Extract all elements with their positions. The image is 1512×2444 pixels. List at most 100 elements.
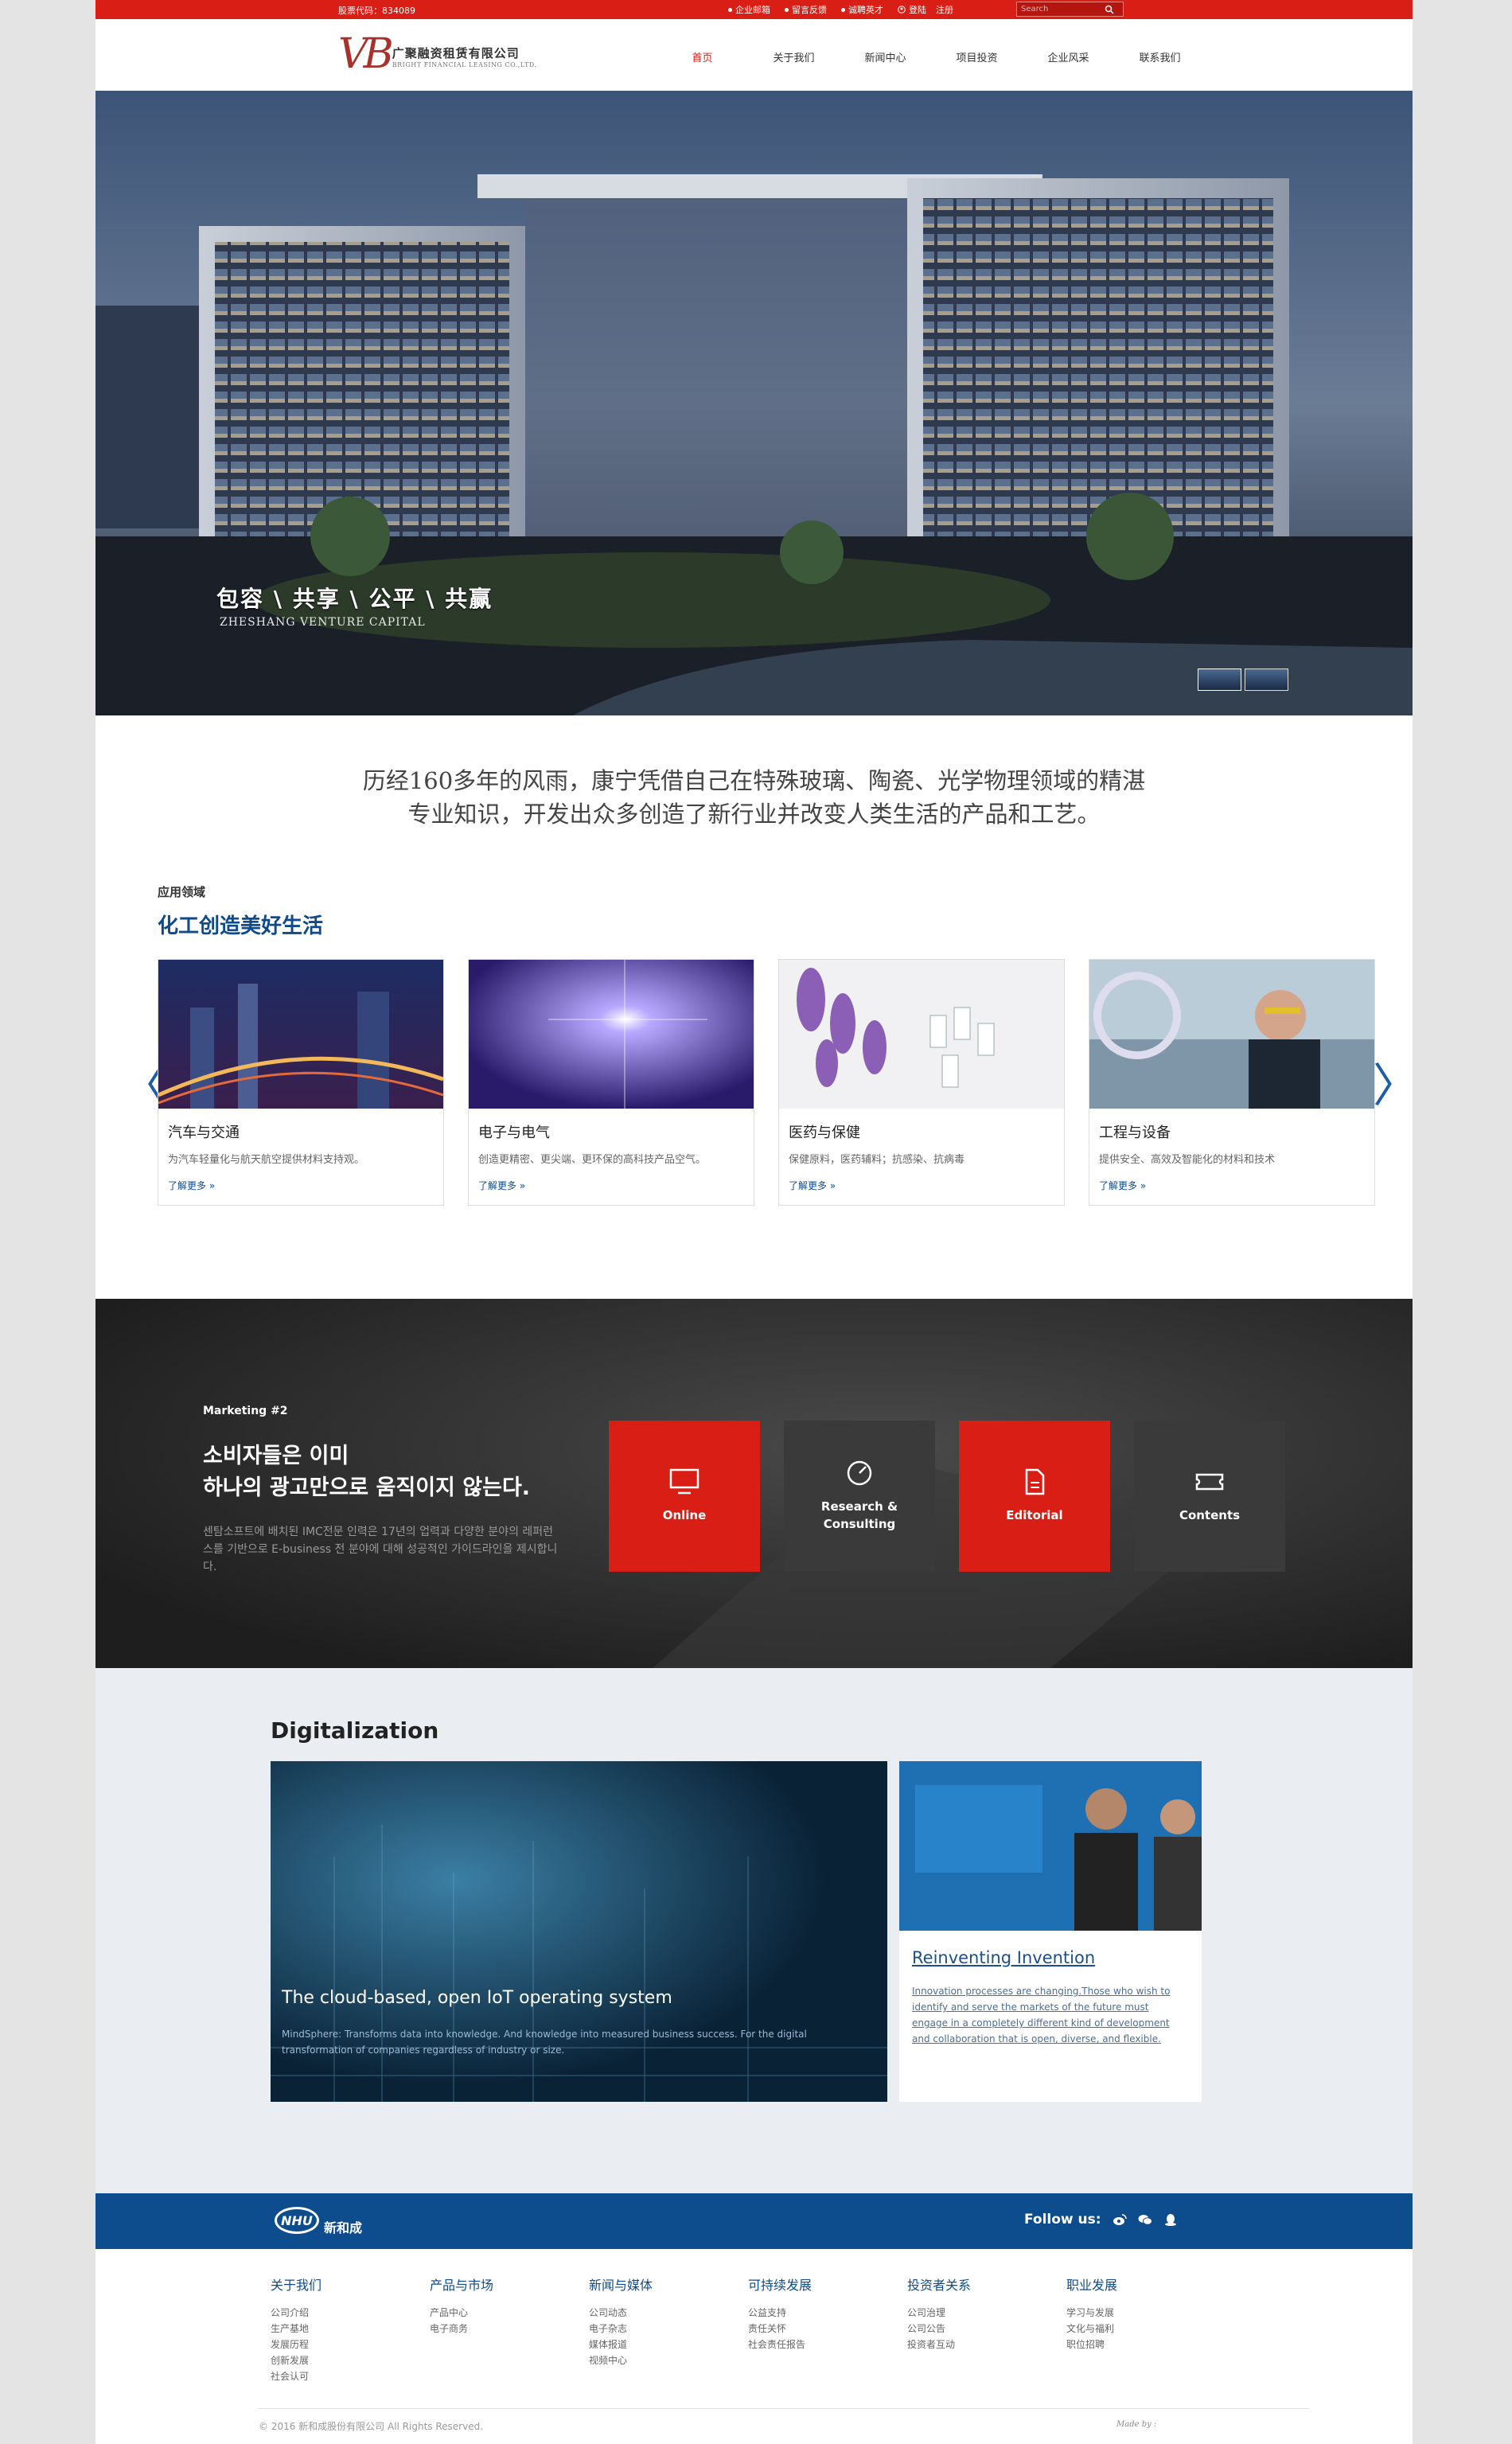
footer-link[interactable]: 视频中心 [589,2352,748,2368]
nav-about[interactable]: 关于我们 [748,49,840,64]
digitalization-feature[interactable]: The cloud-based, open IoT operating syst… [271,1761,887,2102]
bullet-icon [728,7,732,12]
search-input[interactable] [1017,5,1105,14]
footer-link[interactable]: 公司介绍 [271,2305,430,2321]
stock-code: 股票代码：834089 [338,6,415,16]
top-link-login[interactable]: 登陆 [898,3,926,16]
marketing-title: 소비자들은 이미 하나의 광고만으로 움직이지 않는다. [203,1440,530,1504]
nav-home[interactable]: 首页 [657,49,748,64]
footer-link[interactable]: 媒体报道 [589,2337,748,2352]
tile-contents[interactable]: Contents [1134,1421,1285,1572]
footer-col-heading[interactable]: 投资者关系 [907,2274,1066,2294]
footer-link[interactable]: 社会责任报告 [748,2337,907,2352]
side-heading[interactable]: Reinventing Invention [912,1948,1095,1967]
card-automotive[interactable]: 汽车与交通 为汽车轻量化与航天航空提供材料支持观。 了解更多 » [158,959,444,1206]
card-image-lavender [779,960,1064,1109]
tile-research[interactable]: Research & Consulting [784,1421,935,1572]
footer-col-heading[interactable]: 职业发展 [1066,2274,1226,2294]
card-desc: 保健原料，医药辅料；抗感染、抗病毒 [789,1154,965,1166]
qq-icon[interactable] [1163,2213,1178,2226]
footer-link[interactable]: 创新发展 [271,2352,430,2368]
card-more-link[interactable]: 了解更多 » [1099,1179,1146,1192]
footer-col-products: 产品与市场 产品中心 电子商务 [430,2274,589,2384]
made-by: Made by : [1116,2420,1157,2429]
user-icon [898,6,906,14]
weibo-icon[interactable] [1113,2213,1127,2226]
ticket-icon [1195,1473,1224,1491]
footer-col-heading[interactable]: 新闻与媒体 [589,2274,748,2294]
top-link-mail[interactable]: 企业邮箱 [728,3,770,16]
nav-culture[interactable]: 企业风采 [1023,49,1114,64]
feature-body: MindSphere: Transforms data into knowled… [282,2029,807,2056]
footer-link[interactable]: 社会认可 [271,2368,430,2384]
hero-thumb-2[interactable] [1245,668,1288,691]
side-body[interactable]: Innovation processes are changing.Those … [912,1983,1187,2047]
carousel-next-arrow-icon[interactable]: 〉 [1373,1062,1419,1109]
footer-col-heading[interactable]: 关于我们 [271,2274,430,2294]
hero-banner: 包容 \ 共享 \ 公平 \ 共赢 ZHESHANG VENTURE CAPIT… [95,91,1413,715]
tile-online[interactable]: Online [609,1421,760,1572]
footer-bar: NHU 新和成 Follow us: [95,2193,1413,2249]
footer-link[interactable]: 公司治理 [907,2305,1066,2321]
hero-thumb-1[interactable] [1198,668,1241,691]
footer-col-about: 关于我们 公司介绍 生产基地 发展历程 创新发展 社会认可 [271,2274,430,2384]
card-desc: 为汽车轻量化与航天航空提供材料支持观。 [168,1154,365,1166]
card-title: 工程与设备 [1099,1125,1171,1141]
hero-subtitle: ZHESHANG VENTURE CAPITAL [220,616,426,629]
copyright: © 2016 新和成股份有限公司 All Rights Reserved. [259,2421,484,2432]
footer-link[interactable]: 责任关怀 [748,2321,907,2337]
top-link-feedback[interactable]: 留言反馈 [785,3,827,16]
footer-link[interactable]: 电子商务 [430,2321,589,2337]
footer-link[interactable]: 电子杂志 [589,2321,748,2337]
footer-divider [259,2408,1309,2409]
footer-link[interactable]: 公司动态 [589,2305,748,2321]
intro-line-1: 历经160多年的风雨，康宁凭借自己在特殊玻璃、陶瓷、光学物理领域的精湛 [362,767,1146,794]
footer-logo-name: 新和成 [324,2220,363,2235]
marketing-band: Marketing #2 소비자들은 이미 하나의 광고만으로 움직이지 않는다… [95,1299,1413,1668]
footer-link[interactable]: 职位招聘 [1066,2337,1226,2352]
invention-image [899,1761,1202,1931]
top-bar: 股票代码：834089 企业邮箱 留言反馈 诚聘英才 登陆 注册 [95,0,1413,19]
footer-link[interactable]: 投资者互动 [907,2337,1066,2352]
company-logo[interactable]: VB 广聚融资租赁有限公司 BRIGHT FINANCIAL LEASING C… [338,33,536,75]
card-more-link[interactable]: 了解更多 » [789,1179,836,1192]
top-link-register[interactable]: 注册 [936,3,953,16]
footer-col-heading[interactable]: 可持续发展 [748,2274,907,2294]
card-image-engineer [1089,960,1374,1109]
main-nav: 首页 关于我们 新闻中心 项目投资 企业风采 联系我们 [657,49,1206,64]
card-engineering[interactable]: 工程与设备 提供安全、高效及智能化的材料和技术 了解更多 » [1089,959,1375,1206]
tile-label: Research & Consulting [820,1499,898,1531]
wechat-icon[interactable] [1138,2213,1152,2226]
footer-col-heading[interactable]: 产品与市场 [430,2274,589,2294]
footer-col-sustainability: 可持续发展 公益支持 责任关怀 社会责任报告 [748,2274,907,2384]
card-more-link[interactable]: 了解更多 » [478,1179,525,1192]
logo-cn: 广聚融资租赁有限公司 [392,46,520,60]
footer-link[interactable]: 学习与发展 [1066,2305,1226,2321]
card-title: 汽车与交通 [168,1125,240,1141]
footer-logo[interactable]: NHU 新和成 [275,2204,362,2236]
tile-editorial[interactable]: Editorial [959,1421,1110,1572]
card-electronics[interactable]: 电子与电气 创造更精密、更尖端、更环保的高科技产品空气。 了解更多 » [468,959,754,1206]
hero-title: 包容 \ 共享 \ 公平 \ 共赢 [216,586,493,612]
card-pharma[interactable]: 医药与保健 保健原料，医药辅料；抗感染、抗病毒 了解更多 » [778,959,1065,1206]
footer-link[interactable]: 产品中心 [430,2305,589,2321]
nav-contact[interactable]: 联系我们 [1114,49,1206,64]
search-icon[interactable] [1105,5,1114,14]
card-image-light [469,960,754,1109]
footer-link[interactable]: 文化与福利 [1066,2321,1226,2337]
footer-col-careers: 职业发展 学习与发展 文化与福利 职位招聘 [1066,2274,1226,2384]
hero-thumbnails [1198,668,1288,691]
footer-link[interactable]: 发展历程 [271,2337,430,2352]
card-image-city [158,960,443,1109]
top-link-careers[interactable]: 诚聘英才 [841,3,883,16]
footer-link[interactable]: 生产基地 [271,2321,430,2337]
digitalization-section: Digitalization The cloud-based, open IoT… [95,1668,1413,2193]
card-more-link[interactable]: 了解更多 » [168,1179,215,1192]
nav-projects[interactable]: 项目投资 [931,49,1023,64]
digitalization-side-card[interactable]: Reinventing Invention Innovation process… [899,1761,1202,2102]
marketing-label: Marketing #2 [203,1405,288,1417]
nav-news[interactable]: 新闻中心 [840,49,931,64]
footer-link[interactable]: 公益支持 [748,2305,907,2321]
intro-text: 历经160多年的风雨，康宁凭借自己在特殊玻璃、陶瓷、光学物理领域的精湛 专业知识… [95,764,1413,831]
footer-link[interactable]: 公司公告 [907,2321,1066,2337]
